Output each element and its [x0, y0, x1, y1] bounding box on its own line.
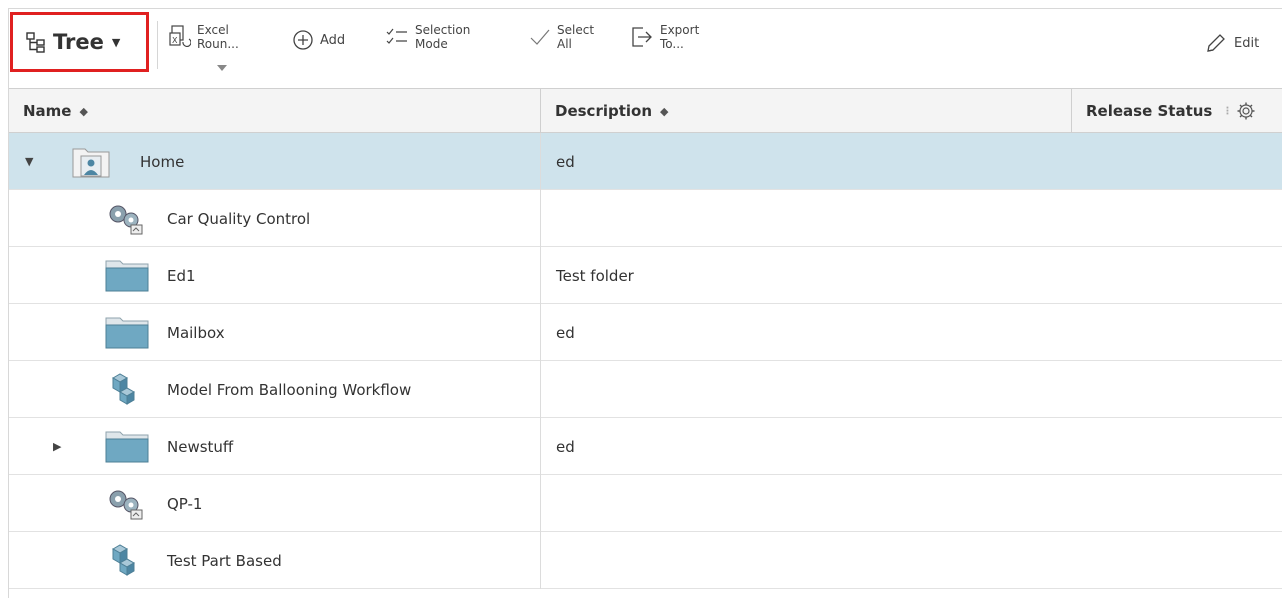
column-divider	[540, 247, 541, 304]
folder-icon	[105, 431, 149, 463]
table-row[interactable]: ▶ Newstuff ed	[9, 418, 1282, 475]
column-divider	[540, 475, 541, 532]
export-button[interactable]: Export To...	[630, 23, 699, 51]
export-label-line1: Export	[660, 23, 700, 37]
row-name: Mailbox	[167, 323, 225, 342]
pencil-icon	[1207, 34, 1225, 52]
selection-label-line2: Mode	[415, 37, 448, 51]
excel-round-trip-button[interactable]: X Excel Roun...	[169, 23, 239, 51]
tree-label: Tree	[53, 30, 104, 54]
table-row[interactable]: Test Part Based	[9, 532, 1282, 589]
table-row[interactable]: ▼ Home ed	[9, 133, 1282, 190]
grid-header: Name ◆ Description ◆ Release Status ⋮	[9, 89, 1282, 133]
settings-gear-icon[interactable]	[1236, 101, 1256, 121]
row-description: ed	[556, 437, 575, 456]
row-name: QP-1	[167, 494, 203, 513]
svg-text:X: X	[172, 36, 178, 45]
row-name: Newstuff	[167, 437, 234, 456]
excel-label-line1: Excel	[197, 23, 229, 37]
collapse-arrow-icon[interactable]: ▼	[25, 155, 33, 168]
edit-label: Edit	[1234, 35, 1260, 51]
plus-circle-icon	[293, 30, 313, 50]
selection-label-line1: Selection	[415, 23, 471, 37]
sort-icon[interactable]: ◆	[79, 105, 87, 118]
toolbar-separator	[157, 21, 158, 69]
column-name-label: Name	[23, 102, 72, 120]
row-name: Test Part Based	[167, 551, 282, 570]
gears-icon	[109, 490, 143, 520]
column-header-name[interactable]: Name ◆	[9, 89, 540, 133]
column-menu-dots-icon[interactable]: ⋮	[1222, 106, 1232, 117]
add-button[interactable]: Add	[292, 29, 345, 51]
edit-button[interactable]: Edit	[1204, 31, 1259, 55]
table-row[interactable]: Mailbox ed	[9, 304, 1282, 361]
chevron-down-icon: ▼	[111, 35, 121, 49]
column-header-description[interactable]: Description ◆	[541, 89, 1071, 133]
select-label-line2: All	[557, 37, 572, 51]
expand-arrow-icon[interactable]: ▶	[53, 440, 61, 453]
column-description-label: Description	[555, 102, 653, 120]
row-name: Car Quality Control	[167, 209, 311, 228]
application-frame: Tree ▼ X Excel Roun... Add Selection Mod…	[8, 8, 1282, 598]
row-description: ed	[556, 323, 575, 342]
row-description: Test folder	[556, 266, 634, 285]
toolbar: Tree ▼ X Excel Roun... Add Selection Mod…	[9, 9, 1282, 89]
sort-icon[interactable]: ◆	[660, 105, 668, 118]
tree-structure-icon	[26, 32, 45, 53]
row-name: Ed1	[167, 266, 196, 285]
checklist-icon	[386, 28, 407, 44]
excel-label-line2: Roun...	[197, 37, 239, 51]
column-divider	[540, 361, 541, 418]
column-divider	[540, 190, 541, 247]
folder-icon	[105, 317, 149, 349]
folder-icon	[105, 260, 149, 292]
export-icon	[632, 27, 652, 47]
part-cubes-icon	[111, 544, 136, 576]
row-name: Home	[140, 152, 185, 171]
table-row[interactable]: Ed1 Test folder	[9, 247, 1282, 304]
column-divider	[540, 418, 541, 475]
column-divider	[540, 304, 541, 361]
add-label: Add	[320, 32, 346, 48]
data-grid: Name ◆ Description ◆ Release Status ⋮ ▼ …	[9, 89, 1282, 589]
excel-roundtrip-icon: X	[169, 25, 191, 48]
row-description: ed	[556, 152, 575, 171]
selection-mode-button[interactable]: Selection Mode	[385, 23, 470, 51]
table-row[interactable]: Model From Ballooning Workflow	[9, 361, 1282, 418]
checkmark-icon	[530, 29, 550, 45]
select-all-button[interactable]: Select All	[529, 23, 594, 51]
export-label-line2: To...	[660, 37, 684, 51]
column-divider	[540, 133, 541, 190]
select-label-line1: Select	[557, 23, 595, 37]
column-header-release-status[interactable]: Release Status ⋮	[1072, 89, 1282, 133]
column-divider	[540, 532, 541, 589]
gears-icon	[109, 205, 143, 235]
table-row[interactable]: QP-1	[9, 475, 1282, 532]
table-row[interactable]: Car Quality Control	[9, 190, 1282, 247]
home-folder-icon	[72, 148, 110, 178]
dropdown-arrow-icon[interactable]	[217, 65, 227, 71]
part-cubes-icon	[111, 373, 136, 405]
column-release-status-label: Release Status	[1086, 102, 1213, 120]
row-name: Model From Ballooning Workflow	[167, 380, 412, 399]
tree-view-button[interactable]: Tree ▼	[10, 12, 149, 72]
